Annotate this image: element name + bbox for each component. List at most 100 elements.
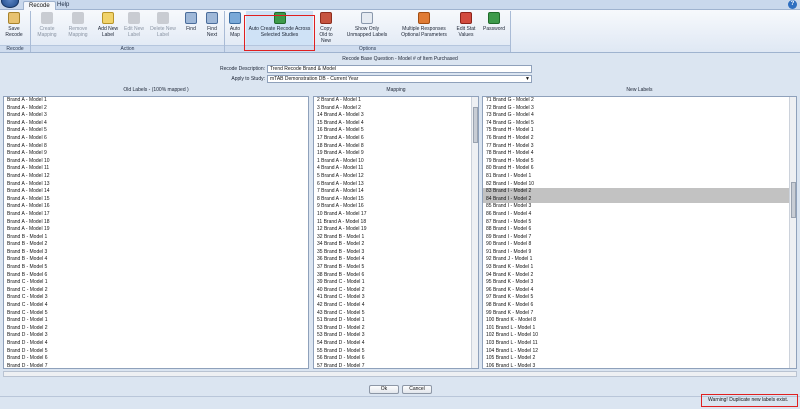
tab-help[interactable]: Help <box>52 1 74 10</box>
new-label-item[interactable]: 90 Brand I - Model 8 <box>483 241 796 249</box>
ok-button[interactable]: Ok <box>369 385 399 394</box>
old-label-item[interactable]: Brand A - Model 18 <box>4 219 308 227</box>
new-label-item[interactable]: 74 Brand G - Model 5 <box>483 120 796 128</box>
old-label-item[interactable]: Brand A - Model 16 <box>4 203 308 211</box>
old-label-item[interactable]: Brand A - Model 10 <box>4 158 308 166</box>
old-label-item[interactable]: Brand A - Model 4 <box>4 120 308 128</box>
old-label-item[interactable]: Brand C - Model 3 <box>4 294 308 302</box>
old-label-item[interactable]: Brand A - Model 2 <box>4 105 308 113</box>
new-label-item[interactable]: 96 Brand K - Model 4 <box>483 287 796 295</box>
cancel-button[interactable]: Cancel <box>402 385 432 394</box>
password-button[interactable]: Password <box>482 11 506 46</box>
mapping-item[interactable]: 39 Brand C - Model 1 <box>314 279 478 287</box>
mapping-item[interactable]: 42 Brand C - Model 4 <box>314 302 478 310</box>
new-label-item[interactable]: 85 Brand I - Model 3 <box>483 203 796 211</box>
new-label-item[interactable]: 99 Brand K - Model 7 <box>483 310 796 318</box>
copy-old-to-new-button[interactable]: Copy Old to New <box>316 11 336 46</box>
old-label-item[interactable]: Brand C - Model 2 <box>4 287 308 295</box>
mapping-item[interactable]: 19 Brand A - Model 9 <box>314 150 478 158</box>
app-menu-button[interactable] <box>1 0 19 8</box>
new-label-item[interactable]: 86 Brand I - Model 4 <box>483 211 796 219</box>
new-label-item[interactable]: 72 Brand G - Model 3 <box>483 105 796 113</box>
new-labels-scroll-thumb[interactable] <box>791 182 796 218</box>
mapping-item[interactable]: 5 Brand A - Model 12 <box>314 173 478 181</box>
new-label-item[interactable]: 75 Brand H - Model 1 <box>483 127 796 135</box>
mapping-item[interactable]: 32 Brand B - Model 1 <box>314 234 478 242</box>
mapping-item[interactable]: 35 Brand B - Model 3 <box>314 249 478 257</box>
mapping-item[interactable]: 54 Brand D - Model 4 <box>314 340 478 348</box>
mapping-scrollbar[interactable] <box>471 97 478 368</box>
study-select[interactable]: mTAB Demonstration DB - Current Year ▼ <box>267 75 532 83</box>
mapping-item[interactable]: 6 Brand A - Model 13 <box>314 181 478 189</box>
new-label-item[interactable]: 81 Brand I - Model 1 <box>483 173 796 181</box>
old-label-item[interactable]: Brand C - Model 1 <box>4 279 308 287</box>
old-label-item[interactable]: Brand C - Model 4 <box>4 302 308 310</box>
mapping-scroll-thumb[interactable] <box>473 107 478 143</box>
old-label-item[interactable]: Brand B - Model 6 <box>4 272 308 280</box>
mapping-item[interactable]: 16 Brand A - Model 5 <box>314 127 478 135</box>
old-label-item[interactable]: Brand A - Model 9 <box>4 150 308 158</box>
mapping-item[interactable]: 12 Brand A - Model 19 <box>314 226 478 234</box>
mapping-item[interactable]: 43 Brand C - Model 5 <box>314 310 478 318</box>
chevron-down-icon[interactable]: ▼ <box>525 76 530 83</box>
new-label-item[interactable]: 98 Brand K - Model 6 <box>483 302 796 310</box>
old-label-item[interactable]: Brand D - Model 2 <box>4 325 308 333</box>
mapping-item[interactable]: 4 Brand A - Model 11 <box>314 165 478 173</box>
old-label-item[interactable]: Brand D - Model 7 <box>4 363 308 368</box>
new-label-item[interactable]: 102 Brand L - Model 10 <box>483 332 796 340</box>
new-label-item[interactable]: 71 Brand G - Model 2 <box>483 97 796 105</box>
new-label-item[interactable]: 89 Brand I - Model 7 <box>483 234 796 242</box>
old-label-item[interactable]: Brand A - Model 15 <box>4 196 308 204</box>
old-label-item[interactable]: Brand A - Model 14 <box>4 188 308 196</box>
mapping-item[interactable]: 57 Brand D - Model 7 <box>314 363 478 368</box>
old-label-item[interactable]: Brand D - Model 4 <box>4 340 308 348</box>
help-icon[interactable]: ? <box>788 0 797 9</box>
new-labels-scrollbar[interactable] <box>789 97 796 368</box>
new-label-item[interactable]: 84 Brand I - Model 2 <box>483 195 796 204</box>
mapping-item[interactable]: 55 Brand D - Model 5 <box>314 348 478 356</box>
old-label-item[interactable]: Brand C - Model 5 <box>4 310 308 318</box>
old-label-item[interactable]: Brand B - Model 4 <box>4 256 308 264</box>
new-label-item[interactable]: 82 Brand I - Model 10 <box>483 181 796 189</box>
old-label-item[interactable]: Brand A - Model 6 <box>4 135 308 143</box>
mapping-item[interactable]: 40 Brand C - Model 2 <box>314 287 478 295</box>
new-label-item[interactable]: 93 Brand K - Model 1 <box>483 264 796 272</box>
mapping-item[interactable]: 18 Brand A - Model 8 <box>314 143 478 151</box>
mapping-item[interactable]: 15 Brand A - Model 4 <box>314 120 478 128</box>
old-label-item[interactable]: Brand D - Model 5 <box>4 348 308 356</box>
multiple-responses-button[interactable]: Multiple Responses Optional Parameters <box>396 11 452 46</box>
mapping-item[interactable]: 1 Brand A - Model 10 <box>314 158 478 166</box>
old-label-item[interactable]: Brand B - Model 3 <box>4 249 308 257</box>
old-label-item[interactable]: Brand B - Model 5 <box>4 264 308 272</box>
old-label-item[interactable]: Brand A - Model 12 <box>4 173 308 181</box>
new-label-item[interactable]: 92 Brand J - Model 1 <box>483 256 796 264</box>
mapping-item[interactable]: 3 Brand A - Model 2 <box>314 105 478 113</box>
new-label-item[interactable]: 73 Brand G - Model 4 <box>483 112 796 120</box>
old-label-item[interactable]: Brand A - Model 8 <box>4 143 308 151</box>
new-label-item[interactable]: 91 Brand I - Model 9 <box>483 249 796 257</box>
new-label-item[interactable]: 105 Brand L - Model 2 <box>483 355 796 363</box>
mapping-item[interactable]: 8 Brand A - Model 15 <box>314 196 478 204</box>
edit-new-label-button[interactable]: Edit New Label <box>122 11 146 46</box>
auto-map-button[interactable]: Auto Map <box>227 11 243 46</box>
new-label-item[interactable]: 101 Brand L - Model 1 <box>483 325 796 333</box>
new-label-item[interactable]: 106 Brand L - Model 3 <box>483 363 796 368</box>
mapping-item[interactable]: 9 Brand A - Model 16 <box>314 203 478 211</box>
mapping-item[interactable]: 17 Brand A - Model 6 <box>314 135 478 143</box>
horizontal-scrollbar[interactable] <box>3 371 797 377</box>
mapping-item[interactable]: 37 Brand B - Model 5 <box>314 264 478 272</box>
delete-new-label-button[interactable]: Delete New Label <box>149 11 177 46</box>
old-label-item[interactable]: Brand A - Model 5 <box>4 127 308 135</box>
old-label-item[interactable]: Brand A - Model 3 <box>4 112 308 120</box>
old-label-item[interactable]: Brand D - Model 3 <box>4 332 308 340</box>
new-label-item[interactable]: 80 Brand H - Model 6 <box>483 165 796 173</box>
find-button[interactable]: Find <box>182 11 200 46</box>
mapping-item[interactable]: 53 Brand D - Model 2 <box>314 325 478 333</box>
mapping-item[interactable]: 38 Brand B - Model 6 <box>314 272 478 280</box>
mapping-item[interactable]: 36 Brand B - Model 4 <box>314 256 478 264</box>
mapping-item[interactable]: 14 Brand A - Model 3 <box>314 112 478 120</box>
old-label-item[interactable]: Brand B - Model 2 <box>4 241 308 249</box>
new-labels-list[interactable]: 71 Brand G - Model 2 72 Brand G - Model 3… <box>482 96 797 369</box>
create-mapping-button[interactable]: Create Mapping <box>34 11 60 46</box>
old-label-item[interactable]: Brand A - Model 17 <box>4 211 308 219</box>
